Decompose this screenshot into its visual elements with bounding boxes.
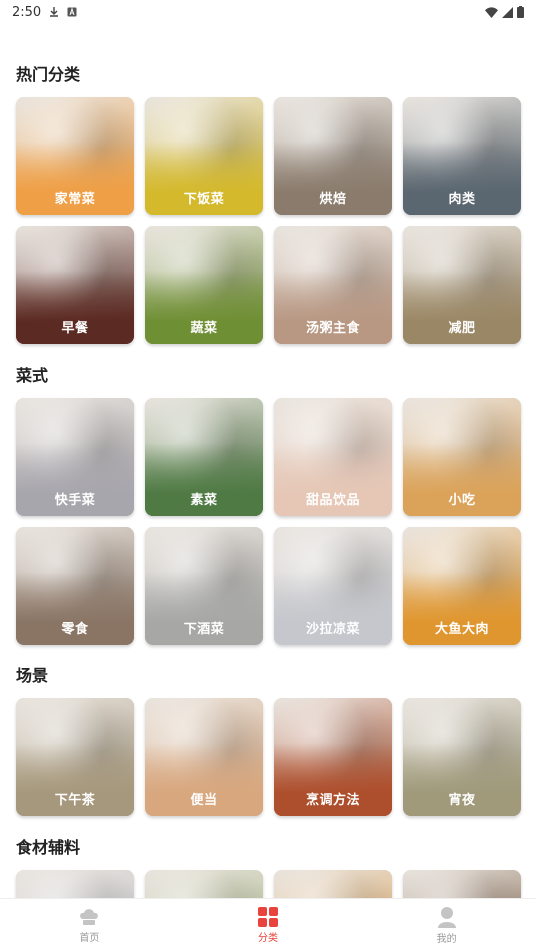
tile-label: 早餐 (61, 321, 89, 336)
tile-label: 小吃 (448, 493, 476, 508)
tile-label: 素菜 (190, 493, 218, 508)
food-image (16, 870, 134, 898)
category-tile[interactable] (145, 870, 263, 898)
tile-label: 烹调方法 (305, 793, 360, 808)
status-bar: 2:50 (0, 0, 536, 24)
grid-icon (258, 907, 278, 927)
category-tile[interactable]: 汤粥主食 (274, 226, 392, 344)
category-tile[interactable]: 蔬菜 (145, 226, 263, 344)
tab-home[interactable]: 首页 (0, 899, 179, 952)
tile-label: 宵夜 (448, 793, 476, 808)
bottom-tab-bar: 首页 分类 我的 (0, 898, 536, 952)
category-grid: 下午茶 便当 烹调方法 宵夜 (16, 698, 521, 816)
tile-label: 快手菜 (54, 493, 96, 508)
category-tile[interactable] (16, 870, 134, 898)
category-tile[interactable]: 宵夜 (403, 698, 521, 816)
tab-profile[interactable]: 我的 (357, 899, 536, 952)
food-image (403, 870, 521, 898)
section-title: 食材辅料 (16, 838, 81, 857)
tile-label: 蔬菜 (190, 321, 218, 336)
tile-label: 下午茶 (54, 793, 96, 808)
category-tile[interactable]: 素菜 (145, 398, 263, 516)
category-tile[interactable]: 烹调方法 (274, 698, 392, 816)
tab-category[interactable]: 分类 (179, 899, 358, 952)
status-time: 2:50 (12, 4, 42, 20)
section-ingredients: 食材辅料 (16, 837, 526, 898)
section-hot-categories: 热门分类 家常菜 下饭菜 烘焙 肉类 早餐 蔬菜 汤粥主食 减肥 (16, 64, 526, 344)
category-tile[interactable]: 快手菜 (16, 398, 134, 516)
category-tile[interactable]: 下饭菜 (145, 97, 263, 215)
tile-label: 便当 (190, 793, 218, 808)
category-tile[interactable]: 家常菜 (16, 97, 134, 215)
food-image (145, 870, 263, 898)
tile-label: 甜品饮品 (305, 493, 360, 508)
text-notification-icon (67, 7, 77, 17)
category-tile[interactable] (403, 870, 521, 898)
category-tile[interactable]: 肉类 (403, 97, 521, 215)
user-icon (437, 907, 456, 928)
tile-label: 沙拉凉菜 (305, 622, 360, 637)
tile-label: 肉类 (448, 192, 476, 207)
category-tile[interactable]: 便当 (145, 698, 263, 816)
tile-label: 下饭菜 (183, 192, 225, 207)
section-title: 菜式 (16, 366, 49, 385)
category-tile[interactable]: 零食 (16, 527, 134, 645)
category-tile[interactable]: 下酒菜 (145, 527, 263, 645)
tile-label: 家常菜 (54, 192, 96, 207)
section-dish-styles: 菜式 快手菜 素菜 甜品饮品 小吃 零食 下酒菜 沙拉凉菜 大鱼大肉 (16, 365, 526, 645)
category-tile[interactable] (274, 870, 392, 898)
chef-hat-icon (80, 909, 99, 925)
category-grid: 快手菜 素菜 甜品饮品 小吃 零食 下酒菜 沙拉凉菜 大鱼大肉 (16, 398, 521, 645)
category-grid: 家常菜 下饭菜 烘焙 肉类 早餐 蔬菜 汤粥主食 减肥 (16, 97, 521, 344)
tile-label: 下酒菜 (183, 622, 225, 637)
category-tile[interactable]: 下午茶 (16, 698, 134, 816)
section-title: 场景 (16, 666, 49, 685)
tile-label: 零食 (61, 622, 89, 637)
section-title: 热门分类 (16, 65, 81, 84)
food-image (274, 870, 392, 898)
category-tile[interactable]: 早餐 (16, 226, 134, 344)
category-tile[interactable]: 大鱼大肉 (403, 527, 521, 645)
category-tile[interactable]: 甜品饮品 (274, 398, 392, 516)
category-scroll-area[interactable]: 热门分类 家常菜 下饭菜 烘焙 肉类 早餐 蔬菜 汤粥主食 减肥 菜式 快手菜 … (0, 24, 536, 898)
tile-label: 减肥 (448, 321, 476, 336)
tile-label: 烘焙 (319, 192, 347, 207)
category-tile[interactable]: 减肥 (403, 226, 521, 344)
wifi-icon (485, 6, 498, 18)
category-tile[interactable]: 小吃 (403, 398, 521, 516)
signal-icon (502, 6, 513, 18)
section-scenarios: 场景 下午茶 便当 烹调方法 宵夜 (16, 665, 526, 816)
category-tile[interactable]: 烘焙 (274, 97, 392, 215)
battery-icon (517, 6, 524, 18)
tab-label: 首页 (79, 933, 100, 944)
tile-label: 汤粥主食 (305, 321, 360, 336)
tile-label: 大鱼大肉 (434, 622, 489, 637)
category-grid (16, 870, 521, 898)
tab-label: 我的 (436, 934, 457, 945)
tab-label: 分类 (258, 933, 278, 944)
category-tile[interactable]: 沙拉凉菜 (274, 527, 392, 645)
download-icon (50, 7, 59, 17)
